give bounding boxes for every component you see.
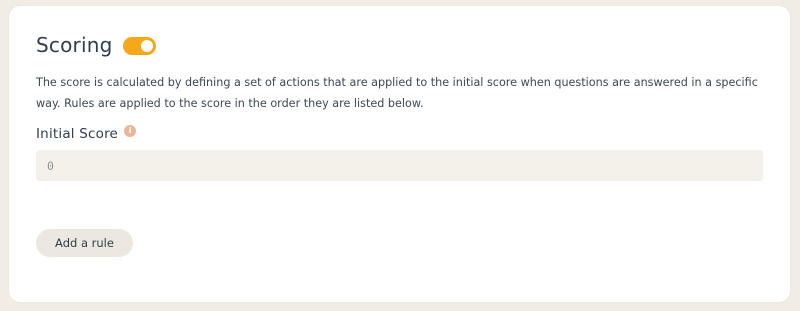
add-rule-button[interactable]: Add a rule (36, 229, 133, 257)
scoring-title: Scoring (36, 33, 113, 57)
scoring-description: The score is calculated by defining a se… (36, 76, 758, 110)
scoring-card: Scoring The score is calculated by defin… (9, 6, 790, 302)
toggle-knob (141, 40, 154, 52)
initial-score-label-row: Initial Score i (36, 125, 137, 142)
initial-score-input[interactable] (36, 150, 763, 181)
scoring-toggle[interactable] (123, 37, 157, 55)
initial-score-label: Initial Score (36, 126, 119, 142)
info-icon[interactable]: i (124, 125, 137, 137)
scoring-header: Scoring (36, 32, 157, 58)
